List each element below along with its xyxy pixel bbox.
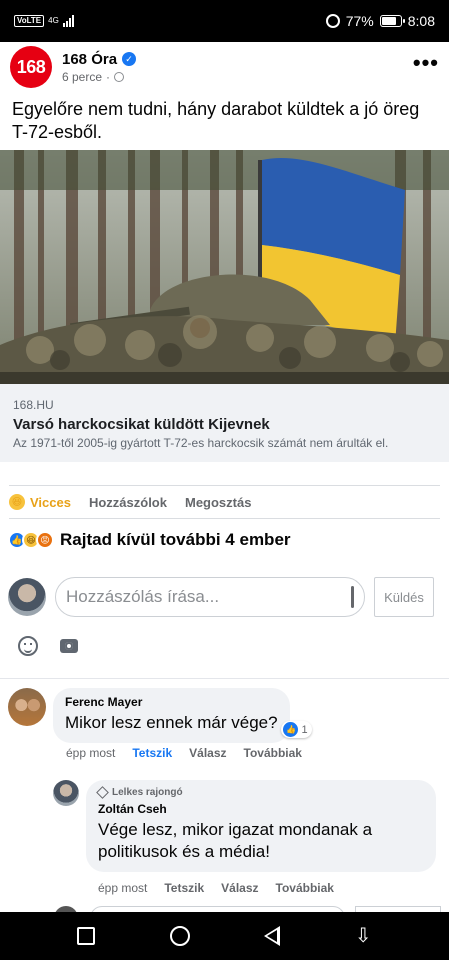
recent-apps-icon[interactable] [77, 927, 96, 945]
page-avatar[interactable]: 168 [10, 46, 52, 88]
comment-composer: Hozzászólás írása... Küldés [8, 576, 441, 618]
reactions-summary[interactable]: 👍 😆 😡 Rajtad kívül további 4 ember [8, 530, 291, 550]
meta-separator: · [106, 69, 111, 84]
comment-text: Vége lesz, mikor igazat mondanak a polit… [98, 820, 373, 861]
comment-input[interactable]: Hozzászólás írása... [55, 577, 365, 617]
comment-more-button[interactable]: Továbbiak [244, 746, 302, 760]
page-name[interactable]: 168 Óra [62, 51, 117, 68]
post-action-bar: 😆 Vicces Hozzászólok Megosztás [9, 485, 440, 519]
battery-percent: 77% [345, 13, 374, 29]
volte-indicator: VoLTE [14, 15, 45, 27]
battery-icon [379, 15, 405, 27]
comment-time: épp most [98, 881, 148, 895]
post-time[interactable]: 6 perce [62, 70, 102, 84]
reaction-button[interactable]: 😆 Vicces [9, 494, 71, 510]
back-icon[interactable] [264, 926, 281, 946]
angry-reaction-icon: 😡 [36, 531, 54, 549]
emoji-picker-icon[interactable] [18, 636, 38, 656]
more-options-icon[interactable]: ••• [413, 50, 439, 76]
comment-reply-button[interactable]: Válasz [221, 881, 258, 895]
system-navigation-bar: ⇩ [0, 912, 449, 960]
reaction-label: Vicces [30, 494, 71, 510]
comment-actions: épp most Tetszik Válasz Továbbiak [66, 746, 302, 760]
commenter-avatar[interactable] [8, 688, 46, 726]
comment-reply-button[interactable]: Válasz [189, 746, 226, 760]
comment-reaction-pill[interactable]: 👍 1 [281, 721, 312, 738]
comment-text: Mikor lesz ennek már vége? [65, 713, 278, 732]
comment-input-placeholder: Hozzászólás írása... [66, 587, 220, 606]
post-header: 168 168 Óra ✓ 6 perce · ••• [0, 42, 449, 92]
comment-time: épp most [66, 746, 116, 760]
text-cursor [351, 586, 354, 608]
comment-like-button[interactable]: Tetszik [132, 746, 172, 760]
haha-emoji-icon: 😆 [9, 494, 25, 510]
link-title: Varsó harckocsikat küldött Kijevnek [13, 416, 270, 433]
commenter-avatar[interactable] [53, 780, 79, 806]
camera-icon[interactable] [60, 639, 78, 653]
comment-bubble: Lelkes rajongó Zoltán Cseh Vége lesz, mi… [86, 780, 436, 872]
clock: 8:08 [407, 13, 435, 29]
send-button[interactable]: Küldés [374, 577, 434, 617]
globe-icon [114, 71, 125, 82]
alarm-icon [325, 14, 340, 28]
current-user-avatar [8, 578, 46, 616]
post-text: Egyelőre nem tudni, hány darabot küldtek… [12, 99, 420, 142]
like-reaction-icon: 👍 [283, 722, 299, 737]
diamond-icon [96, 786, 109, 799]
comment-button[interactable]: Hozzászólok [89, 495, 167, 510]
reactions-summary-text: Rajtad kívül további 4 ember [60, 530, 291, 549]
signal-icon [62, 15, 74, 27]
verified-icon: ✓ [122, 52, 137, 66]
status-bar: VoLTE 4G 77% 8:08 [0, 0, 449, 42]
divider [0, 678, 449, 679]
network-indicator: 4G [48, 16, 59, 25]
comment: Ferenc Mayer Mikor lesz ennek már vége? … [8, 688, 312, 743]
link-preview-meta[interactable]: 168.HU Varsó harckocsikat küldött Kijevn… [0, 384, 449, 462]
comment-author[interactable]: Ferenc Mayer [65, 695, 278, 709]
home-icon[interactable] [169, 926, 190, 946]
comment-actions: épp most Tetszik Válasz Továbbiak [98, 881, 334, 895]
link-preview-image[interactable] [0, 150, 449, 384]
composer-tools [18, 636, 78, 656]
comment-author[interactable]: Zoltán Cseh [98, 802, 424, 816]
link-description: Az 1971-től 2005-ig gyártott T-72-es har… [13, 436, 389, 450]
comment-like-button[interactable]: Tetszik [164, 881, 204, 895]
notification-pulldown-icon[interactable]: ⇩ [355, 926, 372, 946]
comment-more-button[interactable]: Továbbiak [276, 881, 334, 895]
share-button[interactable]: Megosztás [185, 495, 251, 510]
link-domain: 168.HU [13, 398, 54, 412]
fan-badge: Lelkes rajongó [96, 786, 424, 799]
comment-bubble: Ferenc Mayer Mikor lesz ennek már vége? … [53, 688, 312, 743]
reply-comment: Lelkes rajongó Zoltán Cseh Vége lesz, mi… [53, 780, 436, 872]
comment-reaction-count: 1 [301, 723, 308, 736]
